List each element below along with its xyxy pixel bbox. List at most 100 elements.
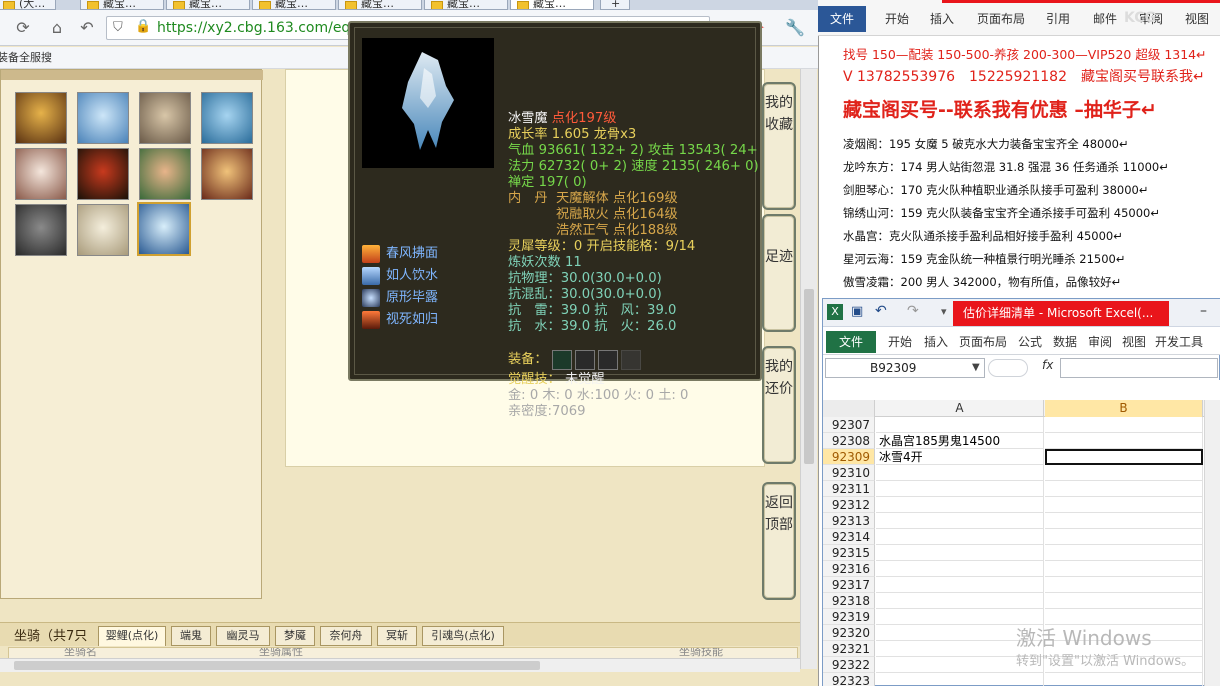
cell-b[interactable] xyxy=(1045,673,1203,686)
footprints-button[interactable]: 足迹 xyxy=(762,214,796,332)
cell-a[interactable] xyxy=(876,577,1044,593)
mount-tab[interactable]: 梦魇 xyxy=(275,626,315,646)
bookmark-item[interactable]: 装备全服搜 xyxy=(0,51,52,64)
row-number[interactable]: 92321 xyxy=(823,641,875,657)
row-number[interactable]: 92308 xyxy=(823,433,875,449)
word-tab[interactable]: 邮件 xyxy=(1093,6,1117,32)
mount-tab[interactable]: 奈何舟 xyxy=(320,626,372,646)
mount-tab[interactable]: 幽灵马 xyxy=(216,626,270,646)
row-number[interactable]: 92311 xyxy=(823,481,875,497)
excel-tab[interactable]: 开发工具 xyxy=(1155,331,1203,353)
cell-b[interactable] xyxy=(1045,433,1203,449)
word-tab[interactable]: 引用 xyxy=(1046,6,1070,32)
new-tab-button[interactable]: + xyxy=(600,0,630,10)
row-number[interactable]: 92323 xyxy=(823,673,875,686)
row-number[interactable]: 92316 xyxy=(823,561,875,577)
active-cell[interactable] xyxy=(1045,449,1203,465)
select-all-corner[interactable] xyxy=(823,400,875,417)
undo-icon[interactable]: ↶ xyxy=(875,303,887,319)
mount-tab[interactable]: 引魂鸟(点化) xyxy=(422,626,504,646)
excel-tab[interactable]: 插入 xyxy=(924,331,948,353)
cell-a[interactable] xyxy=(876,593,1044,609)
cell-b[interactable] xyxy=(1045,513,1203,529)
scroll-thumb[interactable] xyxy=(804,289,814,464)
cell-a[interactable] xyxy=(876,497,1044,513)
row-number[interactable]: 92309 xyxy=(823,449,875,465)
row-number[interactable]: 92315 xyxy=(823,545,875,561)
vertical-scrollbar[interactable] xyxy=(800,69,817,669)
scroll-thumb[interactable] xyxy=(14,661,540,670)
row-number[interactable]: 92314 xyxy=(823,529,875,545)
home-icon[interactable]: ⌂ xyxy=(46,17,68,39)
row-number[interactable]: 92313 xyxy=(823,513,875,529)
mount-tab[interactable]: 端鬼 xyxy=(171,626,211,646)
skill-item[interactable]: 视死如归 xyxy=(362,310,438,330)
cell-a[interactable] xyxy=(876,417,1044,433)
cell-b[interactable] xyxy=(1045,481,1203,497)
name-box[interactable]: B92309 ▼ xyxy=(825,358,985,378)
redo-icon[interactable]: ↷ xyxy=(907,303,919,319)
browser-tab-active[interactable]: 藏宝… xyxy=(510,0,594,10)
namebox-dropdown-icon[interactable]: ▼ xyxy=(972,359,980,377)
browser-tab[interactable]: 藏宝… xyxy=(166,0,250,10)
equip-slot-icon[interactable] xyxy=(552,350,572,370)
excel-tab[interactable]: 开始 xyxy=(888,331,912,353)
cell-b[interactable] xyxy=(1045,593,1203,609)
pet-thumb[interactable] xyxy=(139,92,191,144)
cell-a[interactable] xyxy=(876,481,1044,497)
cell-a[interactable] xyxy=(876,545,1044,561)
row-number[interactable]: 92319 xyxy=(823,609,875,625)
back-to-top-button[interactable]: 返回顶部 xyxy=(762,482,796,600)
cell-a[interactable] xyxy=(876,513,1044,529)
browser-tab[interactable]: 藏宝… xyxy=(252,0,336,10)
pet-thumb[interactable] xyxy=(201,92,253,144)
excel-tab[interactable]: 审阅 xyxy=(1088,331,1112,353)
row-number[interactable]: 92312 xyxy=(823,497,875,513)
cell-b[interactable] xyxy=(1045,465,1203,481)
pet-thumb-selected[interactable] xyxy=(137,202,191,256)
skill-item[interactable]: 如人饮水 xyxy=(362,266,438,286)
excel-vertical-scrollbar[interactable] xyxy=(1204,400,1220,686)
cell-b[interactable] xyxy=(1045,561,1203,577)
cell-a[interactable] xyxy=(876,529,1044,545)
reload-icon[interactable]: ⟳ xyxy=(12,17,34,39)
cell-b[interactable] xyxy=(1045,529,1203,545)
minimize-icon[interactable]: – xyxy=(1200,303,1207,319)
save-icon[interactable]: ▣ xyxy=(851,304,863,319)
cell-b[interactable] xyxy=(1045,497,1203,513)
excel-tab[interactable]: 页面布局 xyxy=(959,331,1007,353)
cell-b[interactable] xyxy=(1045,417,1203,433)
browser-tab[interactable]: 藏宝… xyxy=(338,0,422,10)
column-header-b[interactable]: B xyxy=(1045,400,1203,417)
cell-b[interactable] xyxy=(1045,577,1203,593)
mount-tab[interactable]: 冥斩 xyxy=(377,626,417,646)
row-number[interactable]: 92317 xyxy=(823,577,875,593)
insert-function-icon[interactable]: fx xyxy=(1042,358,1053,372)
browser-tab[interactable]: 藏宝… xyxy=(80,0,164,10)
horizontal-scrollbar[interactable] xyxy=(0,658,800,672)
pet-thumb[interactable] xyxy=(77,204,129,256)
quick-access-dropdown-icon[interactable]: ▾ xyxy=(941,305,947,318)
cell-b[interactable] xyxy=(1045,545,1203,561)
mount-tab[interactable]: 婴鲤(点化) xyxy=(98,626,166,646)
row-number[interactable]: 92318 xyxy=(823,593,875,609)
cell-a[interactable]: 冰雪4开 xyxy=(876,449,1044,465)
equip-slot-icon[interactable] xyxy=(598,350,618,370)
pet-thumb[interactable] xyxy=(139,148,191,200)
pet-thumb[interactable] xyxy=(15,148,67,200)
my-favorites-button[interactable]: 我的收藏 xyxy=(762,82,796,210)
pet-thumb[interactable] xyxy=(201,148,253,200)
excel-tab[interactable]: 数据 xyxy=(1053,331,1077,353)
excel-tab[interactable]: 视图 xyxy=(1122,331,1146,353)
equip-slot-icon[interactable] xyxy=(621,350,641,370)
cell-a[interactable]: 水晶宫185男鬼14500 xyxy=(876,433,1044,449)
tools-icon[interactable]: 🔧 xyxy=(784,17,806,39)
excel-file-tab[interactable]: 文件 xyxy=(826,331,876,353)
word-tab[interactable]: 开始 xyxy=(885,6,909,32)
column-header-a[interactable]: A xyxy=(876,400,1044,417)
my-offers-button[interactable]: 我的还价 xyxy=(762,346,796,464)
row-number[interactable]: 92310 xyxy=(823,465,875,481)
pet-thumb[interactable] xyxy=(77,148,129,200)
formula-bar-expander[interactable] xyxy=(988,359,1028,377)
word-tab[interactable]: 页面布局 xyxy=(977,6,1025,32)
